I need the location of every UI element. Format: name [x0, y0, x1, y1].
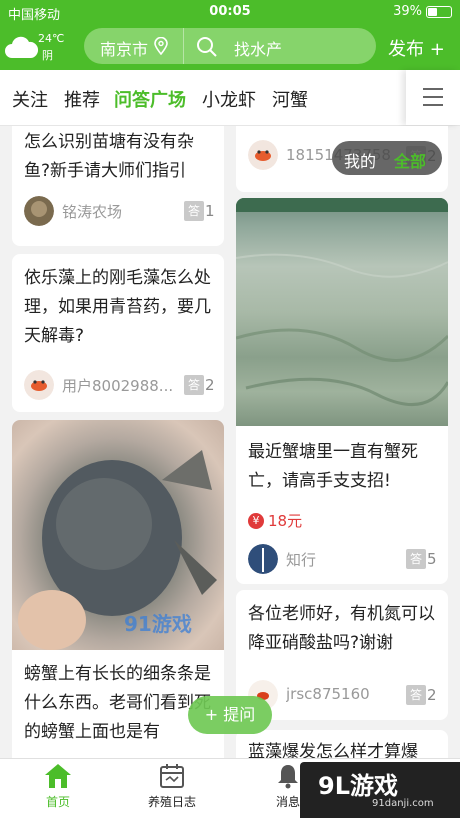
- photo-watermark: 91游戏: [124, 612, 192, 636]
- question-photo: [236, 198, 448, 426]
- tab-crayfish[interactable]: 小龙虾: [202, 86, 256, 112]
- clock: 00:05: [209, 4, 251, 19]
- calendar-icon: [160, 764, 184, 788]
- app-header: 24℃ 阴 南京市 找水产 发布 +: [0, 24, 460, 70]
- author-name[interactable]: 知行: [286, 549, 396, 570]
- question-title: 各位老师好，有机氮可以降亚硝酸盐吗?谢谢: [248, 604, 435, 653]
- question-card[interactable]: 怎么识别苗塘有没有杂鱼?新手请大师们指引 铭涛农场 答 1: [12, 126, 224, 246]
- answer-count: 答 5: [406, 549, 437, 569]
- ask-question-button[interactable]: + 提问: [188, 696, 272, 734]
- home-icon: [45, 764, 71, 788]
- question-title: 依乐藻上的刚毛藻怎么处理，如果用青苔药，要几天解毒?: [24, 268, 211, 346]
- nav-farming-log[interactable]: 养殖日志: [132, 763, 212, 810]
- status-bar: 中国移动 00:05 39%: [0, 0, 460, 24]
- tab-qa-square[interactable]: 问答广场: [114, 86, 186, 112]
- answer-count: 答 1: [184, 201, 215, 221]
- bounty-reward: ¥ 18元: [248, 510, 302, 531]
- question-card[interactable]: 最近蟹塘里一直有蟹死亡，请高手支支招! ¥ 18元 知行 答 5: [236, 198, 448, 584]
- watermark-logo: 9L游戏: [318, 772, 398, 800]
- site-watermark: 9L游戏 91danji.com: [300, 762, 460, 818]
- yen-icon: ¥: [248, 512, 264, 529]
- answer-count: 答 2: [184, 375, 215, 395]
- question-title: 最近蟹塘里一直有蟹死亡，请高手支支招!: [248, 442, 418, 491]
- avatar: [24, 196, 54, 226]
- question-card[interactable]: 各位老师好，有机氮可以降亚硝酸盐吗?谢谢 jrsc875160 答 2: [236, 590, 448, 720]
- qa-feed[interactable]: 怎么识别苗塘有没有杂鱼?新手请大师们指引 铭涛农场 答 1 依乐藻上的刚毛藻怎么…: [0, 126, 460, 758]
- hamburger-icon: [423, 88, 443, 112]
- toggle-mine[interactable]: 我的: [344, 148, 376, 172]
- search-input[interactable]: 找水产: [234, 36, 282, 60]
- tab-river-crab[interactable]: 河蟹: [272, 86, 308, 112]
- author-name[interactable]: jrsc875160: [286, 685, 396, 703]
- search-icon: [197, 37, 217, 57]
- battery-status: 39%: [393, 4, 452, 19]
- search-bar[interactable]: 南京市 找水产: [84, 28, 376, 64]
- pond-image: [236, 198, 448, 407]
- city-selector[interactable]: 南京市: [100, 36, 148, 60]
- answer-icon: 答: [184, 201, 204, 221]
- answer-icon: 答: [406, 549, 426, 569]
- battery-icon: [426, 5, 452, 18]
- question-title: 螃蟹上有长长的细条条是什么东西。老哥们看到死的螃蟹上面也是有: [24, 664, 211, 742]
- watermark-url: 91danji.com: [372, 798, 434, 809]
- location-pin-icon: [154, 37, 168, 55]
- tabs-menu-button[interactable]: [406, 70, 460, 125]
- weather-widget[interactable]: 24℃ 阴: [4, 30, 70, 64]
- question-photo: 91游戏: [12, 420, 224, 650]
- cloud-icon: [5, 36, 38, 58]
- nav-messages-label: 消息: [275, 795, 300, 809]
- answer-icon: 答: [184, 375, 204, 395]
- answer-icon: 答: [406, 685, 426, 705]
- mine-all-toggle[interactable]: 我的 全部: [332, 141, 442, 175]
- tab-following[interactable]: 关注: [12, 86, 48, 112]
- search-divider: [183, 28, 184, 64]
- crab-image: [18, 450, 217, 650]
- author-name[interactable]: 用户8002988...: [62, 375, 180, 396]
- avatar: [248, 140, 278, 170]
- avatar: [24, 370, 54, 400]
- bell-icon: [278, 765, 298, 789]
- avatar: [248, 544, 278, 574]
- nav-home[interactable]: 首页: [18, 763, 98, 810]
- question-card[interactable]: 蓝藻爆发怎么样才算爆: [236, 730, 448, 758]
- publish-button[interactable]: 发布 +: [388, 35, 445, 61]
- category-tabs: 关注 推荐 问答广场 小龙虾 河蟹: [0, 70, 460, 126]
- question-card[interactable]: 依乐藻上的刚毛藻怎么处理，如果用青苔药，要几天解毒? 用户8002988... …: [12, 254, 224, 412]
- toggle-all[interactable]: 全部: [394, 148, 426, 172]
- temperature: 24℃: [38, 32, 65, 45]
- answer-count: 答 2: [406, 685, 437, 705]
- question-title: 怎么识别苗塘有没有杂鱼?新手请大师们指引: [24, 132, 194, 181]
- nav-home-label: 首页: [45, 795, 70, 809]
- question-title: 蓝藻爆发怎么样才算爆: [248, 742, 418, 758]
- nav-farming-log-label: 养殖日志: [147, 795, 196, 809]
- battery-percent: 39%: [393, 4, 422, 19]
- author-name[interactable]: 铭涛农场: [62, 201, 172, 222]
- weather-condition: 阴: [42, 49, 53, 62]
- tab-recommended[interactable]: 推荐: [64, 86, 100, 112]
